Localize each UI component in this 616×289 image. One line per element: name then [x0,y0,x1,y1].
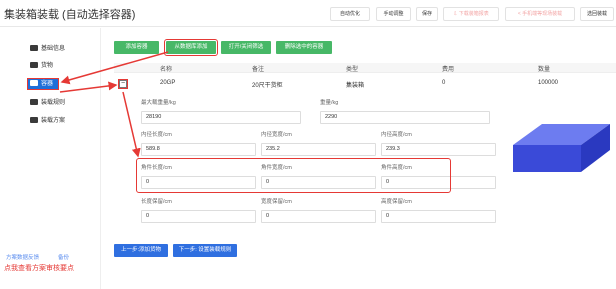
cell-cost: 0 [442,80,446,86]
cell-name: 20GP [160,80,176,86]
inner-width-label: 内径宽度/cm [261,132,292,138]
mobile-load-button[interactable]: < 手机端等现场装载 [505,7,575,21]
weight-input[interactable]: 2290 [320,111,490,124]
reserve-height-input[interactable]: 0 [381,210,496,223]
cell-type: 集装箱 [346,83,365,89]
feedback-link[interactable]: 方案数据反馈 [6,253,39,261]
col-remark: 备注 [252,67,265,73]
next-step-button[interactable]: 下一步: 设置装载规则 [173,244,237,257]
weight-label: 重量/kg [320,100,339,106]
folder-icon [30,45,38,51]
cell-remark: 20尺干货柜 [252,83,283,89]
reserve-length-input[interactable]: 0 [141,210,256,223]
col-type: 类型 [346,67,359,73]
folder-icon [30,117,38,123]
inner-length-label: 内径长度/cm [141,132,172,138]
max-load-input[interactable]: 28190 [141,111,301,124]
folder-icon [30,62,38,68]
corner-highlight-box [136,158,451,193]
sidebar-item-goods[interactable]: 货物 [30,61,53,71]
add-from-db-button[interactable]: 从数据库添加 [164,39,218,56]
delete-selected-button[interactable]: 删除选中的容器 [276,41,332,54]
review-tip-link[interactable]: 点我查看方案审核要点 [4,263,74,273]
save-button[interactable]: 保存 [416,7,438,21]
max-load-label: 最大载重量/kg [141,100,176,106]
app-header: 集装箱装载 (自动选择容器) 自动优化 手动调整 保存 ⇩ 下载装箱报表 < 手… [0,0,616,27]
inner-width-input[interactable]: 235.2 [261,143,376,156]
return-load-button[interactable]: 选回装载 [580,7,614,21]
folder-icon [30,99,38,105]
inner-length-input[interactable]: 589.8 [141,143,256,156]
auto-optimize-button[interactable]: 自动优化 [330,7,370,21]
inner-height-input[interactable]: 239.3 [381,143,496,156]
folder-icon [30,80,38,86]
col-cost: 费用 [442,67,455,73]
backup-link[interactable]: 备份 [58,253,69,261]
sidebar-item-basic-info[interactable]: 基础信息 [30,44,65,54]
reserve-width-label: 宽度保留/cm [261,199,292,205]
reserve-width-input[interactable]: 0 [261,210,376,223]
col-quantity: 数量 [538,67,551,73]
sidebar-item-load-plan[interactable]: 装载方案 [30,116,65,126]
reserve-length-label: 长度保留/cm [141,199,172,205]
sidebar-item-container[interactable]: 容器 [27,78,59,90]
toggle-filter-button[interactable]: 打开/关闭筛选 [221,41,271,54]
reserve-height-label: 高度保留/cm [381,199,412,205]
cell-quantity: 100000 [538,80,559,86]
add-container-button[interactable]: 添加容器 [114,41,159,54]
inner-height-label: 内径高度/cm [381,132,412,138]
prev-step-button[interactable]: 上一步:添加货物 [114,244,168,257]
expand-row-button[interactable]: − [118,79,128,89]
download-report-button[interactable]: ⇩ 下载装箱报表 [443,7,499,21]
page-title: 集装箱装载 (自动选择容器) [4,9,136,21]
sidebar-item-load-rules[interactable]: 装载规则 [30,98,65,108]
col-name: 名称 [160,67,173,73]
manual-adjust-button[interactable]: 手动调整 [376,7,411,21]
